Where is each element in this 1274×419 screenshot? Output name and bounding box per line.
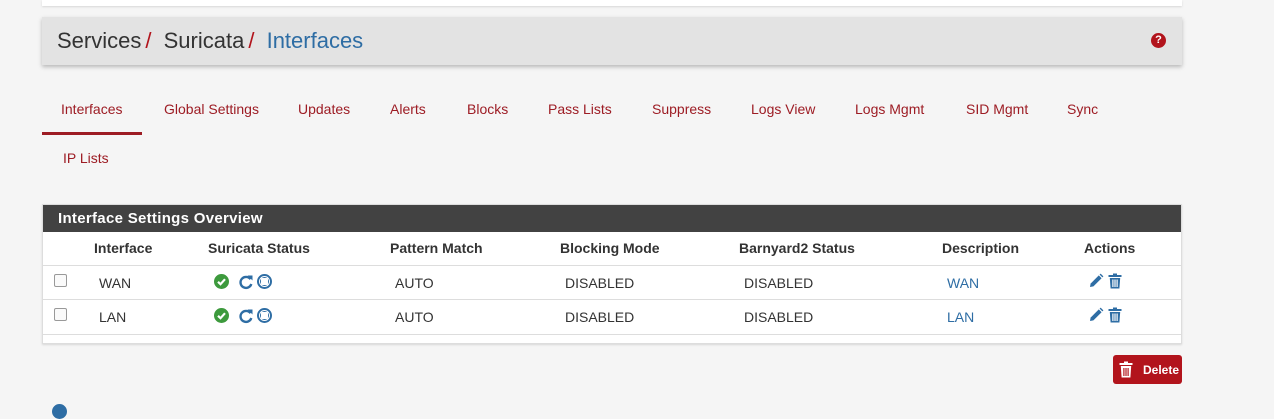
barnyard2-status-value: DISABLED bbox=[744, 275, 814, 291]
col-description: Description bbox=[942, 240, 1020, 256]
table-row: LAN AUTO DISABLED DISABLED LAN bbox=[43, 299, 1181, 335]
breadcrumb-separator: / bbox=[248, 28, 255, 53]
barnyard2-status-value: DISABLED bbox=[744, 309, 814, 325]
breadcrumb-interfaces[interactable]: Interfaces bbox=[267, 28, 364, 53]
delete-button[interactable]: Delete bbox=[1113, 355, 1182, 384]
col-blocking-mode: Blocking Mode bbox=[560, 240, 660, 256]
pattern-match-value: AUTO bbox=[395, 309, 434, 325]
breadcrumb: Services / Suricata / Interfaces bbox=[57, 29, 363, 53]
row-select-checkbox[interactable] bbox=[54, 274, 67, 287]
breadcrumb-services: Services bbox=[57, 28, 142, 53]
interface-settings-panel: Interface Settings Overview Interface Su… bbox=[42, 204, 1182, 344]
stop-circle-icon[interactable] bbox=[257, 308, 272, 323]
col-barnyard2-status: Barnyard2 Status bbox=[739, 240, 855, 256]
pencil-icon[interactable] bbox=[1088, 273, 1104, 294]
refresh-icon[interactable] bbox=[238, 274, 254, 295]
tab-global-settings[interactable]: Global Settings bbox=[164, 101, 259, 117]
tab-logs-mgmt[interactable]: Logs Mgmt bbox=[855, 101, 924, 117]
tab-sid-mgmt[interactable]: SID Mgmt bbox=[966, 101, 1028, 117]
question-circle-icon[interactable]: ? bbox=[1151, 33, 1166, 48]
panel-title: Interface Settings Overview bbox=[43, 205, 1181, 232]
trash-icon bbox=[1119, 361, 1133, 381]
tab-blocks[interactable]: Blocks bbox=[467, 101, 508, 117]
info-circle-icon[interactable] bbox=[52, 404, 67, 419]
breadcrumb-separator: / bbox=[145, 28, 152, 53]
col-actions: Actions bbox=[1084, 240, 1136, 256]
pencil-icon[interactable] bbox=[1088, 307, 1104, 328]
tab-suppress[interactable]: Suppress bbox=[652, 101, 711, 117]
stop-circle-icon[interactable] bbox=[257, 274, 272, 289]
check-circle-icon bbox=[214, 308, 229, 323]
pattern-match-value: AUTO bbox=[395, 275, 434, 291]
blocking-mode-value: DISABLED bbox=[565, 275, 635, 291]
col-pattern-match: Pattern Match bbox=[390, 240, 483, 256]
check-circle-icon bbox=[214, 274, 229, 289]
description-link[interactable]: WAN bbox=[947, 275, 979, 291]
delete-button-label: Delete bbox=[1143, 363, 1180, 377]
tab-ip-lists[interactable]: IP Lists bbox=[63, 150, 109, 166]
tab-interfaces[interactable]: Interfaces bbox=[41, 101, 144, 135]
refresh-icon[interactable] bbox=[238, 308, 254, 329]
interface-name: LAN bbox=[99, 309, 127, 325]
top-panel-edge bbox=[42, 0, 1182, 6]
row-select-checkbox[interactable] bbox=[54, 308, 67, 321]
tab-sync[interactable]: Sync bbox=[1067, 101, 1098, 117]
interface-name: WAN bbox=[99, 275, 132, 291]
tab-updates[interactable]: Updates bbox=[298, 101, 350, 117]
col-suricata-status: Suricata Status bbox=[208, 240, 310, 256]
breadcrumb-bar: Services / Suricata / Interfaces ? bbox=[42, 17, 1182, 65]
tab-logs-view[interactable]: Logs View bbox=[751, 101, 815, 117]
breadcrumb-suricata: Suricata bbox=[163, 28, 245, 53]
table-row: WAN AUTO DISABLED DISABLED WAN bbox=[43, 265, 1181, 300]
tab-alerts[interactable]: Alerts bbox=[390, 101, 426, 117]
tab-pass-lists[interactable]: Pass Lists bbox=[548, 101, 612, 117]
trash-icon[interactable] bbox=[1108, 307, 1122, 328]
description-link[interactable]: LAN bbox=[947, 309, 974, 325]
col-interface: Interface bbox=[94, 240, 153, 256]
blocking-mode-value: DISABLED bbox=[565, 309, 635, 325]
trash-icon[interactable] bbox=[1108, 273, 1122, 294]
